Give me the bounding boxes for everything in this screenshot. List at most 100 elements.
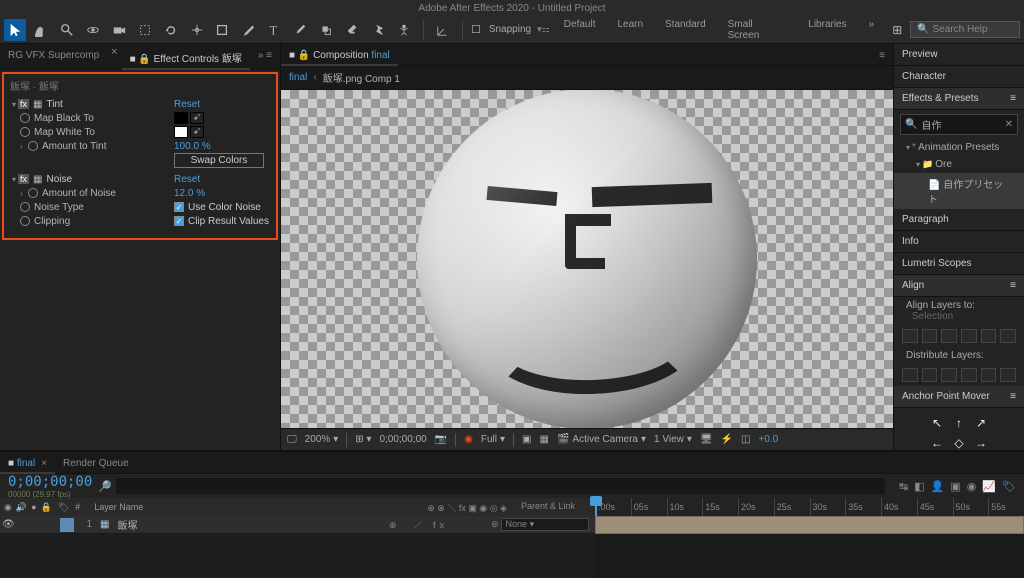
align-hcenter-icon[interactable] [922, 329, 938, 343]
pickwhip-icon[interactable]: ⊚ [491, 519, 499, 530]
tint-reset-link[interactable]: Reset [174, 99, 272, 110]
align-top-icon[interactable] [961, 329, 977, 343]
anchor-tr-icon[interactable]: ↗ [971, 414, 991, 432]
brush-tool-icon[interactable] [289, 19, 311, 41]
layer-row[interactable]: 👁 1 ▦ 飯塚 ⊕ ／ fx ⊚ None ▾ [0, 516, 595, 534]
timeline-search-input[interactable] [116, 478, 885, 494]
anchor-r-icon[interactable]: → [971, 434, 991, 452]
workspace-tab[interactable]: Small Screen [718, 15, 797, 45]
layer-name[interactable]: 飯塚 [117, 517, 137, 532]
resolution-icon[interactable]: ⊞ ▾ [355, 434, 371, 445]
workspace-tab[interactable]: Standard [655, 15, 716, 45]
text-tool-icon[interactable]: T [263, 19, 285, 41]
lumetri-scopes-panel-header[interactable]: Lumetri Scopes [894, 253, 1024, 275]
selection-tool-icon[interactable] [4, 19, 26, 41]
pixel-aspect-icon[interactable]: 🖥 [700, 434, 713, 445]
animation-presets-folder[interactable]: ▾* Animation Presets [894, 139, 1024, 156]
workspace-tab[interactable]: Default [554, 15, 606, 45]
align-selection-dropdown[interactable]: Selection [912, 311, 953, 322]
time-ruler[interactable]: :00s 05s 10s 15s 20s 25s 30s 35s 40s 45s… [595, 498, 1024, 516]
workspace-overflow[interactable]: » [859, 15, 885, 45]
tint-effect-header[interactable]: ▾ fx ▦ Tint Reset [8, 97, 272, 111]
camera-dropdown[interactable]: 🎬 Active Camera ▾ [557, 434, 646, 445]
noise-amount-value[interactable]: 12.0 % [174, 188, 272, 199]
character-panel-header[interactable]: Character [894, 66, 1024, 88]
distribute-icon[interactable] [981, 368, 997, 382]
eraser-tool-icon[interactable] [341, 19, 363, 41]
render-queue-tab[interactable]: Render Queue [55, 454, 137, 473]
snapshot-icon[interactable]: 📷 [435, 434, 447, 445]
marker-icon[interactable]: 🏷 [1002, 480, 1016, 493]
fast-preview-icon[interactable]: ⚡ [721, 434, 733, 445]
resolution-dropdown[interactable]: Full ▾ [481, 434, 505, 445]
stopwatch-icon[interactable] [28, 188, 38, 198]
stopwatch-icon[interactable] [28, 141, 38, 151]
breadcrumb-item[interactable]: final [289, 72, 307, 83]
swap-colors-button[interactable]: Swap Colors [174, 153, 264, 168]
stopwatch-icon[interactable] [20, 202, 30, 212]
breadcrumb-item[interactable]: 飯塚.png Comp 1 [323, 70, 400, 85]
noise-reset-link[interactable]: Reset [174, 174, 272, 185]
solo-col-icon[interactable]: ● [31, 502, 36, 513]
eye-col-icon[interactable]: ◉ [4, 502, 12, 513]
effects-presets-search[interactable]: 🔍 自作 ✕ [900, 114, 1018, 135]
preview-panel-header[interactable]: Preview [894, 44, 1024, 66]
align-bottom-icon[interactable] [1000, 329, 1016, 343]
snapping-checkbox[interactable]: ☐ [471, 23, 481, 36]
close-tab-icon[interactable]: × [107, 46, 121, 69]
hand-tool-icon[interactable] [30, 19, 52, 41]
distribute-icon[interactable] [941, 368, 957, 382]
puppet-tool-icon[interactable] [393, 19, 415, 41]
anchor-tool-icon[interactable] [186, 19, 208, 41]
clear-search-icon[interactable]: ✕ [1005, 119, 1013, 130]
current-timecode[interactable]: 0;00;00;00 [0, 474, 92, 490]
audio-col-icon[interactable]: 🔊 [16, 502, 27, 513]
anchor-t-icon[interactable]: ↑ [949, 414, 969, 432]
distribute-icon[interactable] [902, 368, 918, 382]
align-left-icon[interactable] [902, 329, 918, 343]
snapping-options-icon[interactable]: ▾⚏ [537, 24, 550, 35]
info-panel-header[interactable]: Info [894, 231, 1024, 253]
workspace-tab[interactable]: Learn [607, 15, 653, 45]
eyedropper-icon[interactable]: ➹ [190, 126, 204, 138]
tint-amount-value[interactable]: 100.0 % [174, 141, 272, 152]
shape-tool-icon[interactable] [212, 19, 234, 41]
anchor-tl-icon[interactable]: ↖ [927, 414, 947, 432]
camera-tool-icon[interactable] [108, 19, 130, 41]
search-help-input[interactable]: Search Help [910, 21, 1020, 38]
orbit-tool-icon[interactable] [82, 19, 104, 41]
effect-options-icon[interactable]: ▦ [33, 99, 42, 110]
distribute-icon[interactable] [922, 368, 938, 382]
eyedropper-icon[interactable]: ➹ [190, 112, 204, 124]
draft3d-icon[interactable]: ◧ [914, 480, 924, 493]
zoom-tool-icon[interactable] [56, 19, 78, 41]
align-panel-header[interactable]: Align≡ [894, 275, 1024, 297]
roto-tool-icon[interactable] [367, 19, 389, 41]
clip-result-checkbox[interactable] [174, 216, 184, 226]
effect-options-icon[interactable]: ▦ [33, 174, 42, 185]
align-vcenter-icon[interactable] [981, 329, 997, 343]
white-swatch[interactable] [174, 126, 188, 138]
layer-label-color[interactable] [60, 518, 74, 532]
align-right-icon[interactable] [941, 329, 957, 343]
timeline-track-area[interactable] [595, 516, 1024, 578]
ore-folder[interactable]: ▾📁Ore [894, 156, 1024, 173]
use-color-noise-checkbox[interactable] [174, 202, 184, 212]
paragraph-panel-header[interactable]: Paragraph [894, 209, 1024, 231]
stopwatch-icon[interactable] [20, 216, 30, 226]
exposure-value[interactable]: +0.0 [759, 434, 779, 445]
effect-controls-tab[interactable]: ■ 🔒 Effect Controls 飯塚 [122, 46, 250, 69]
effects-presets-panel-header[interactable]: Effects & Presets≡ [894, 88, 1024, 110]
magnification-icon[interactable]: 🖵 [287, 434, 297, 445]
distribute-icon[interactable] [961, 368, 977, 382]
anchor-point-mover-header[interactable]: Anchor Point Mover≡ [894, 386, 1024, 408]
composition-viewer[interactable] [281, 90, 893, 428]
shy-icon[interactable]: 👤 [931, 480, 945, 493]
motion-blur-icon[interactable]: ◉ [967, 480, 977, 493]
graph-editor-icon[interactable]: 📈 [982, 480, 996, 493]
close-tab-icon[interactable]: × [41, 458, 47, 469]
visibility-toggle[interactable]: 👁 [2, 519, 14, 530]
label-col-icon[interactable]: 🏷 [58, 502, 69, 513]
supercomp-tab[interactable]: RG VFX Supercomp [0, 46, 107, 69]
black-swatch[interactable] [174, 112, 188, 124]
